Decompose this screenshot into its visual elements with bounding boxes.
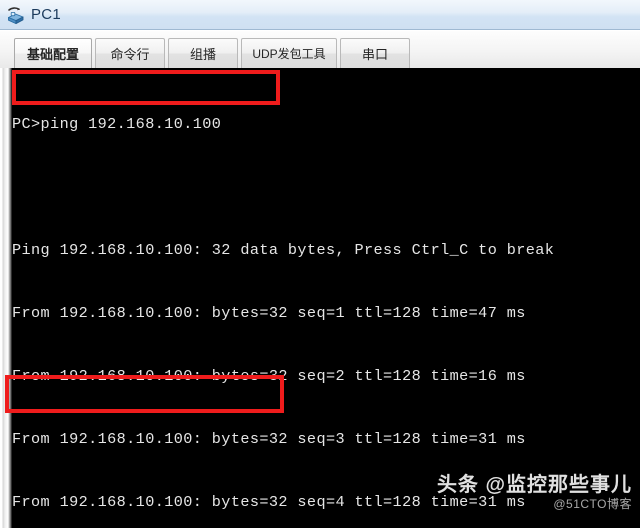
tab-udp-tool[interactable]: UDP发包工具 [241, 38, 337, 68]
terminal-line: From 192.168.10.100: bytes=32 seq=2 ttl=… [12, 367, 526, 385]
tab-multicast[interactable]: 组播 [168, 38, 238, 68]
tab-serial-port[interactable]: 串口 [340, 38, 410, 68]
terminal-lines: PC>ping 192.168.10.100 Ping 192.168.10.1… [12, 68, 640, 528]
pc-device-icon [6, 6, 26, 26]
terminal-output-area[interactable]: PC>ping 192.168.10.100 Ping 192.168.10.1… [0, 68, 640, 528]
terminal-line: From 192.168.10.100: bytes=32 seq=4 ttl=… [12, 493, 526, 511]
tab-command-line[interactable]: 命令行 [95, 38, 165, 68]
terminal-line: From 192.168.10.100: bytes=32 seq=3 ttl=… [12, 430, 526, 448]
terminal-left-gutter [0, 68, 12, 528]
terminal-line: PC>ping 192.168.10.100 [12, 115, 222, 133]
tab-bar: 基础配置 命令行 组播 UDP发包工具 串口 [0, 31, 640, 68]
terminal-line: From 192.168.10.100: bytes=32 seq=1 ttl=… [12, 304, 526, 322]
tab-basic-config[interactable]: 基础配置 [14, 38, 92, 68]
window-title: PC1 [31, 6, 62, 23]
terminal-line: Ping 192.168.10.100: 32 data bytes, Pres… [12, 241, 555, 259]
pc1-console-window: PC1 基础配置 命令行 组播 UDP发包工具 串口 PC>ping 192.1… [0, 0, 640, 528]
window-titlebar: PC1 [0, 0, 640, 30]
